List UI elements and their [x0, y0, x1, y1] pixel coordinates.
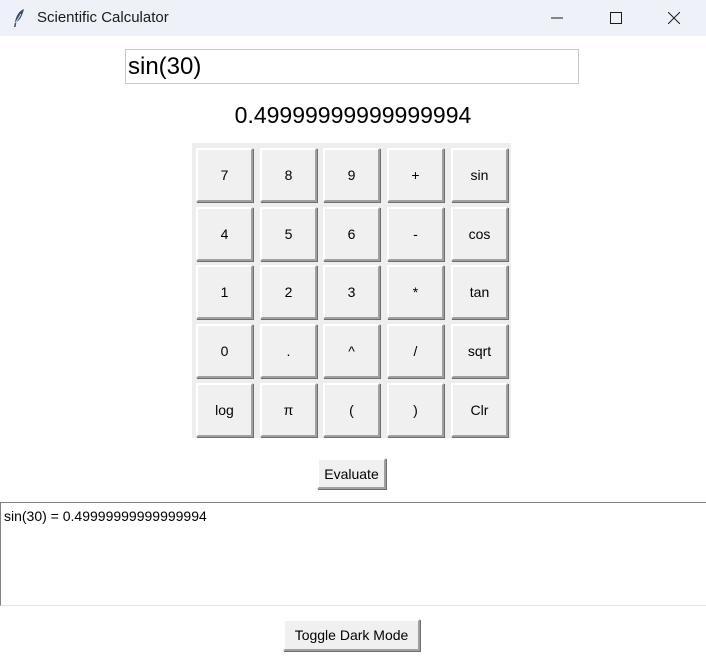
window-title: Scientific Calculator	[37, 9, 169, 26]
title-bar: Scientific Calculator	[0, 0, 706, 36]
toggle-dark-mode-button[interactable]: Toggle Dark Mode	[283, 619, 420, 651]
key-decimal[interactable]: .	[260, 324, 317, 378]
key-clear[interactable]: Clr	[451, 383, 508, 437]
key-cos[interactable]: cos	[451, 207, 508, 261]
minimize-button[interactable]	[528, 0, 586, 36]
result-display: 0.49999999999999994	[234, 102, 472, 128]
key-sqrt[interactable]: sqrt	[451, 324, 508, 378]
key-power[interactable]: ^	[323, 324, 380, 378]
key-plus[interactable]: +	[387, 148, 444, 202]
history-textarea[interactable]: sin(30) = 0.49999999999999994	[0, 502, 706, 606]
key-close-paren[interactable]: )	[387, 383, 444, 437]
expression-input[interactable]: sin(30)	[125, 49, 579, 84]
key-open-paren[interactable]: (	[323, 383, 380, 437]
key-tan[interactable]: tan	[451, 265, 508, 319]
key-9[interactable]: 9	[323, 148, 380, 202]
key-5[interactable]: 5	[260, 207, 317, 261]
key-4[interactable]: 4	[196, 207, 253, 261]
key-6[interactable]: 6	[323, 207, 380, 261]
key-1[interactable]: 1	[196, 265, 253, 319]
evaluate-button[interactable]: Evaluate	[317, 458, 386, 489]
keypad: 7 8 9 + sin 4 5 6 - cos 1 2 3 * tan 0 . …	[192, 143, 511, 438]
key-log[interactable]: log	[196, 383, 253, 437]
key-divide[interactable]: /	[387, 324, 444, 378]
key-2[interactable]: 2	[260, 265, 317, 319]
close-icon	[668, 12, 680, 24]
close-button[interactable]	[645, 0, 703, 36]
key-3[interactable]: 3	[323, 265, 380, 319]
key-minus[interactable]: -	[387, 207, 444, 261]
maximize-icon	[610, 12, 622, 24]
feather-icon	[12, 8, 26, 28]
key-multiply[interactable]: *	[387, 265, 444, 319]
key-7[interactable]: 7	[196, 148, 253, 202]
key-sin[interactable]: sin	[451, 148, 508, 202]
key-pi[interactable]: π	[260, 383, 317, 437]
minimize-icon	[551, 12, 563, 24]
history-line: sin(30) = 0.49999999999999994	[4, 508, 207, 524]
maximize-button[interactable]	[587, 0, 645, 36]
key-8[interactable]: 8	[260, 148, 317, 202]
key-0[interactable]: 0	[196, 324, 253, 378]
